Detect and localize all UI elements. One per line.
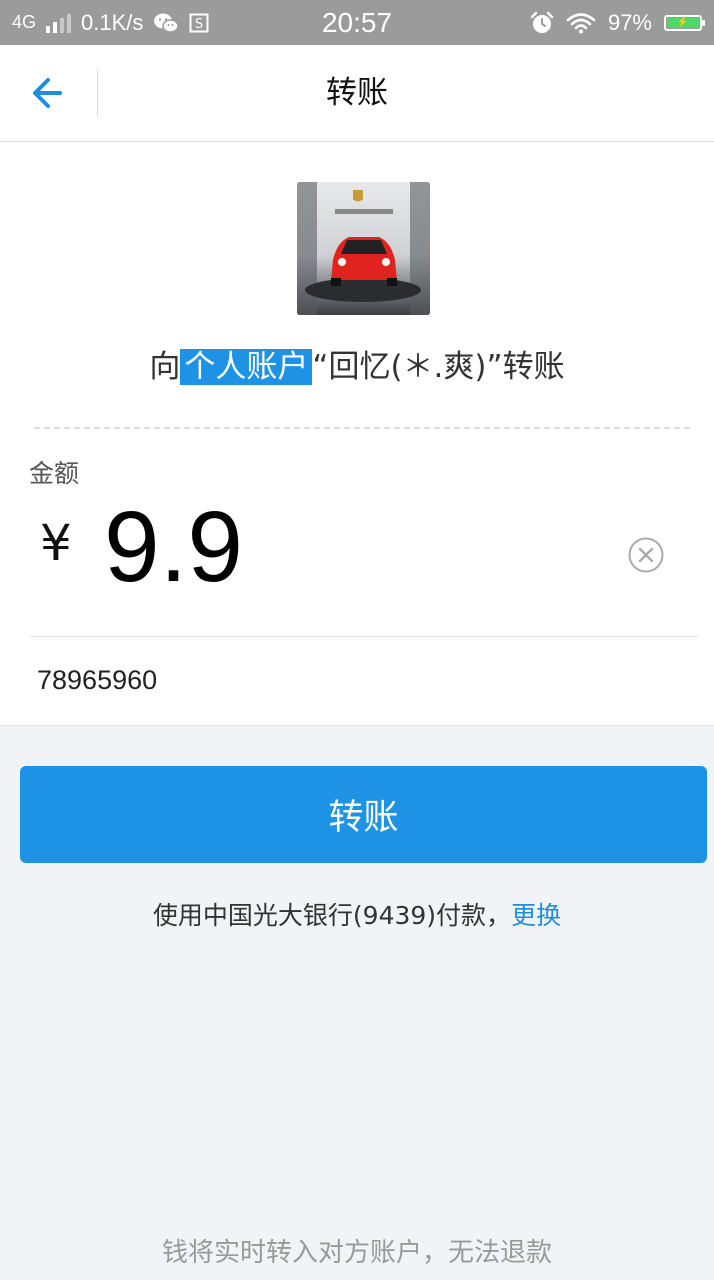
recipient-name: “回忆(＊.爽)”: [312, 349, 503, 385]
remark-input[interactable]: 78965960: [37, 658, 677, 702]
transfer-button[interactable]: 转账: [20, 766, 707, 863]
refund-notice: 钱将实时转入对方账户，无法退款: [161, 1238, 552, 1268]
dashed-divider: [34, 427, 690, 429]
clear-amount-button[interactable]: [627, 536, 665, 574]
clear-icon: [628, 537, 664, 573]
page-title: 转账: [326, 75, 388, 111]
amount-separator: [29, 636, 698, 637]
nav-bar: 转账: [0, 45, 714, 142]
payment-method: 使用中国光大银行(9439)付款，更换: [0, 896, 714, 932]
account-type-highlight: 个人账户: [180, 349, 313, 385]
payment-method-text: 使用中国光大银行(9439)付款，: [152, 901, 512, 930]
car-image: [297, 182, 430, 315]
wifi-icon: [566, 12, 596, 33]
amount-label: 金额: [29, 459, 80, 488]
change-payment-link[interactable]: 更换: [511, 901, 561, 930]
recipient-line: 向个人账户 “回忆(＊.爽)”转账: [0, 342, 714, 392]
battery-fill: ⚡: [667, 17, 699, 28]
status-right: 97% ⚡: [530, 0, 705, 45]
battery-icon: ⚡: [664, 14, 705, 31]
transfer-card: 向个人账户 “回忆(＊.爽)”转账 金额 ¥ 9.9 78965960: [0, 142, 714, 726]
recipient-prefix: 向: [149, 349, 181, 385]
battery-percent: 97%: [607, 9, 652, 35]
recipient-avatar: [297, 182, 430, 315]
status-bar: 4G 0.1K/s S 20:57 97% ⚡: [0, 0, 714, 45]
alarm-icon: [530, 11, 554, 33]
recipient-suffix: 转账: [502, 349, 565, 385]
currency-symbol: ¥: [40, 514, 72, 572]
amount-input[interactable]: 9.9: [104, 492, 243, 602]
